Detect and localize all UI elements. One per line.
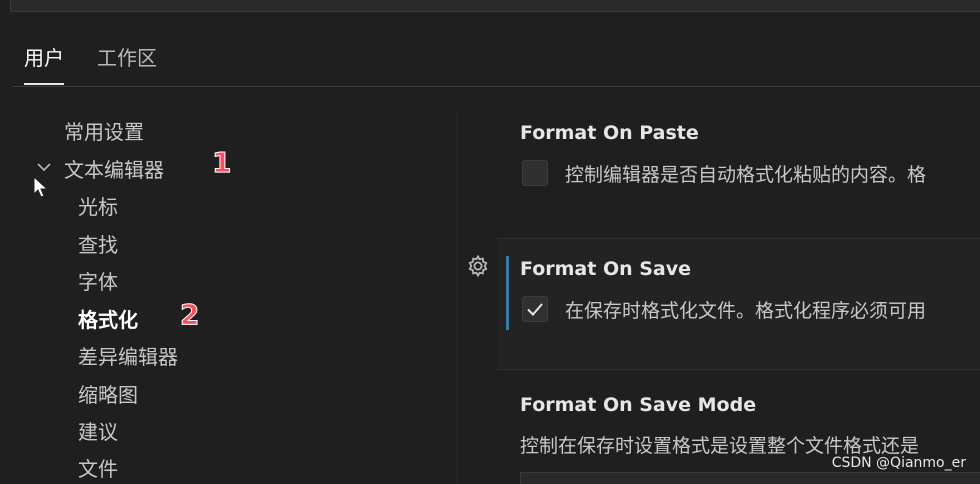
- tab-workspace[interactable]: 工作区: [97, 42, 157, 83]
- format-on-save-description: 在保存时格式化文件。格式化程序必须可用: [565, 300, 927, 322]
- settings-page: 用户 工作区 常用设置 文本编辑器 光标 查找 字体 格式化 差异编辑器 缩略图…: [0, 0, 980, 484]
- focus-indicator: [506, 256, 509, 330]
- pane-divider: [456, 110, 458, 484]
- toc-item-minimap[interactable]: 缩略图: [78, 379, 138, 408]
- toc-item-font[interactable]: 字体: [78, 266, 118, 295]
- toc-item-text-editor[interactable]: 文本编辑器: [64, 154, 164, 183]
- toc-item-formatting[interactable]: 格式化: [78, 304, 138, 333]
- mouse-pointer-icon: [33, 176, 49, 198]
- chevron-down-icon[interactable]: [34, 157, 54, 177]
- check-icon: [527, 303, 543, 316]
- toc-item-files[interactable]: 文件: [78, 453, 118, 482]
- toc-item-suggestions[interactable]: 建议: [78, 416, 118, 445]
- gear-icon[interactable]: [465, 253, 491, 279]
- format-on-save-title: Format On Save: [520, 258, 692, 280]
- watermark: CSDN @Qianmo_er: [831, 455, 966, 471]
- format-on-save-mode-dropdown[interactable]: [520, 472, 980, 484]
- format-on-paste-title: Format On Paste: [520, 122, 699, 144]
- toc-item-cursor[interactable]: 光标: [78, 191, 118, 220]
- format-on-save-checkbox[interactable]: [522, 296, 548, 322]
- format-on-paste-checkbox[interactable]: [522, 160, 548, 186]
- format-on-save-mode-description: 控制在保存时设置格式是设置整个文件格式还是: [520, 435, 920, 457]
- tab-user[interactable]: 用户: [24, 42, 64, 85]
- format-on-paste-description: 控制编辑器是否自动格式化粘贴的内容。格: [565, 164, 927, 186]
- toc-item-find[interactable]: 查找: [78, 229, 118, 258]
- toc-item-common[interactable]: 常用设置: [64, 116, 144, 145]
- settings-scope-tabs: 用户 工作区: [12, 40, 980, 87]
- annotation-marker-1: 1: [211, 146, 232, 180]
- search-settings-input[interactable]: [10, 0, 980, 12]
- toc-item-diff-editor[interactable]: 差异编辑器: [78, 341, 178, 370]
- format-on-save-mode-title: Format On Save Mode: [520, 394, 757, 416]
- annotation-marker-2: 2: [179, 298, 200, 332]
